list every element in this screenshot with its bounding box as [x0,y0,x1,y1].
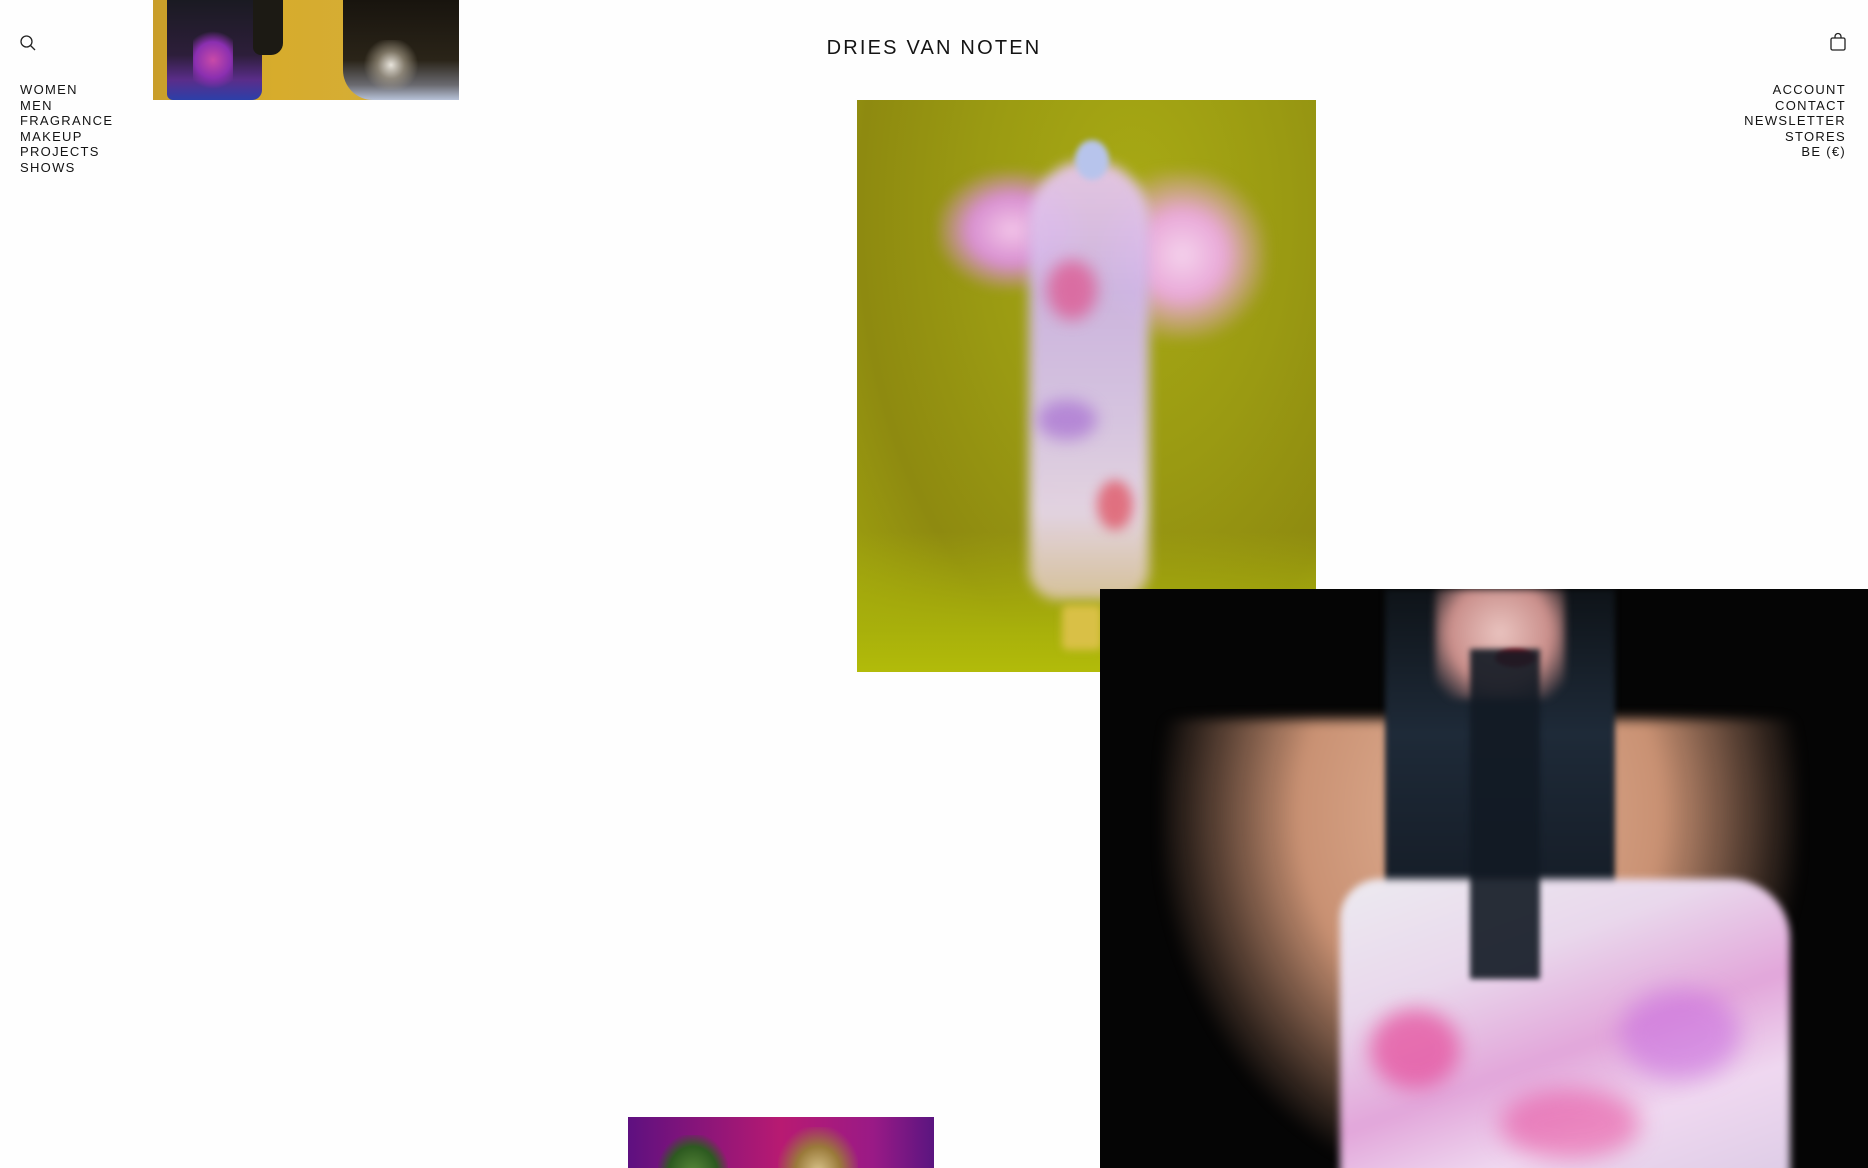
page: DRIES VAN NOTEN WOMEN MEN FRAGRANCE MAKE… [0,0,1868,1168]
nav-item-men[interactable]: MEN [20,98,113,114]
nav-item-projects[interactable]: PROJECTS [20,144,113,160]
search-button[interactable] [16,31,40,55]
search-icon [20,35,36,51]
shopping-bag-button[interactable] [1826,30,1850,54]
nav-item-country-currency[interactable]: BE (€) [1744,144,1846,160]
nav-item-stores[interactable]: STORES [1744,129,1846,145]
editorial-image-floral-dress-yellow[interactable] [857,100,1316,672]
nav-item-newsletter[interactable]: NEWSLETTER [1744,113,1846,129]
nav-item-women[interactable]: WOMEN [20,82,113,98]
shopping-bag-icon [1830,32,1846,51]
nav-item-account[interactable]: ACCOUNT [1744,82,1846,98]
nav-item-fragrance[interactable]: FRAGRANCE [20,113,113,129]
editorial-image-magenta-plants[interactable] [628,1117,934,1168]
nav-item-contact[interactable]: CONTACT [1744,98,1846,114]
editorial-image-portrait-black[interactable] [1100,589,1868,1168]
nav-item-shows[interactable]: SHOWS [20,160,113,176]
primary-nav: WOMEN MEN FRAGRANCE MAKEUP PROJECTS SHOW… [20,82,113,175]
secondary-nav: ACCOUNT CONTACT NEWSLETTER STORES BE (€) [1744,82,1846,160]
brand-logo-link[interactable]: DRIES VAN NOTEN [827,37,1042,59]
editorial-image-legs-yellow[interactable] [153,0,459,100]
nav-item-makeup[interactable]: MAKEUP [20,129,113,145]
